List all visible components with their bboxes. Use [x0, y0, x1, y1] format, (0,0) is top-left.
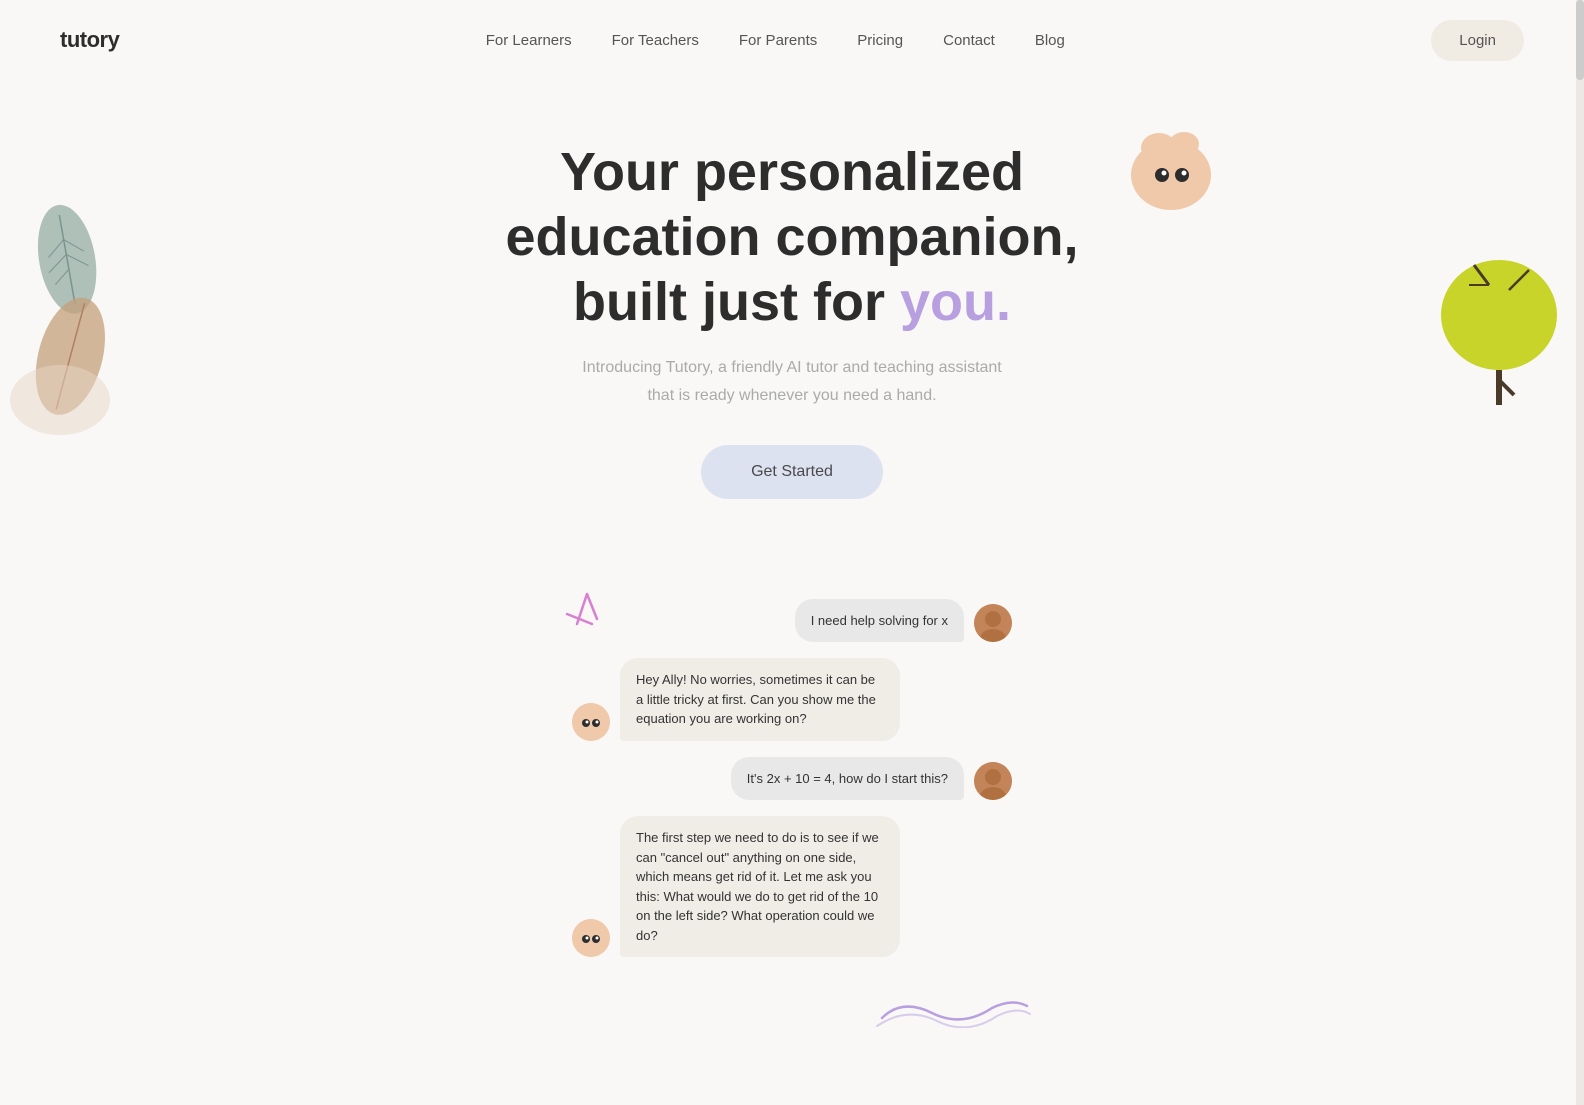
get-started-button[interactable]: Get Started — [701, 445, 883, 499]
nav-pricing[interactable]: Pricing — [857, 32, 903, 49]
chat-bubble-user-2: It's 2x + 10 = 4, how do I start this? — [731, 757, 964, 801]
hero-headline: Your personalized education companion, b… — [442, 140, 1142, 334]
nav-blog[interactable]: Blog — [1035, 32, 1065, 49]
logo[interactable]: tutory — [60, 27, 119, 53]
deco-squiggle — [872, 988, 1032, 1033]
hero-section: Your personalized education companion, b… — [0, 80, 1584, 539]
login-button[interactable]: Login — [1431, 20, 1524, 61]
nav-for-learners[interactable]: For Learners — [486, 32, 572, 49]
bot-avatar-2 — [572, 919, 610, 957]
chat-row-4: The first step we need to do is to see i… — [572, 816, 1012, 957]
chat-row-3: It's 2x + 10 = 4, how do I start this? — [572, 757, 1012, 801]
nav-links: For Learners For Teachers For Parents Pr… — [486, 32, 1065, 49]
user-avatar-2 — [974, 762, 1012, 800]
chat-bubble-bot-1: Hey Ally! No worries, sometimes it can b… — [620, 658, 900, 741]
chat-row-1: I need help solving for x — [572, 599, 1012, 643]
scrollbar-track[interactable] — [1576, 0, 1584, 1105]
nav-for-teachers[interactable]: For Teachers — [612, 32, 699, 49]
chat-bubble-bot-2: The first step we need to do is to see i… — [620, 816, 900, 957]
user-avatar-1 — [974, 604, 1012, 642]
navbar: tutory For Learners For Teachers For Par… — [0, 0, 1584, 80]
hero-headline-highlight: you. — [900, 272, 1011, 332]
chat-bubble-user-1: I need help solving for x — [795, 599, 964, 643]
bot-avatar-1 — [572, 703, 610, 741]
scrollbar-thumb[interactable] — [1576, 0, 1584, 80]
nav-for-parents[interactable]: For Parents — [739, 32, 817, 49]
chat-row-2: Hey Ally! No worries, sometimes it can b… — [572, 658, 1012, 741]
deco-spark — [562, 589, 612, 644]
hero-subtext: Introducing Tutory, a friendly AI tutor … — [582, 354, 1002, 408]
nav-contact[interactable]: Contact — [943, 32, 995, 49]
